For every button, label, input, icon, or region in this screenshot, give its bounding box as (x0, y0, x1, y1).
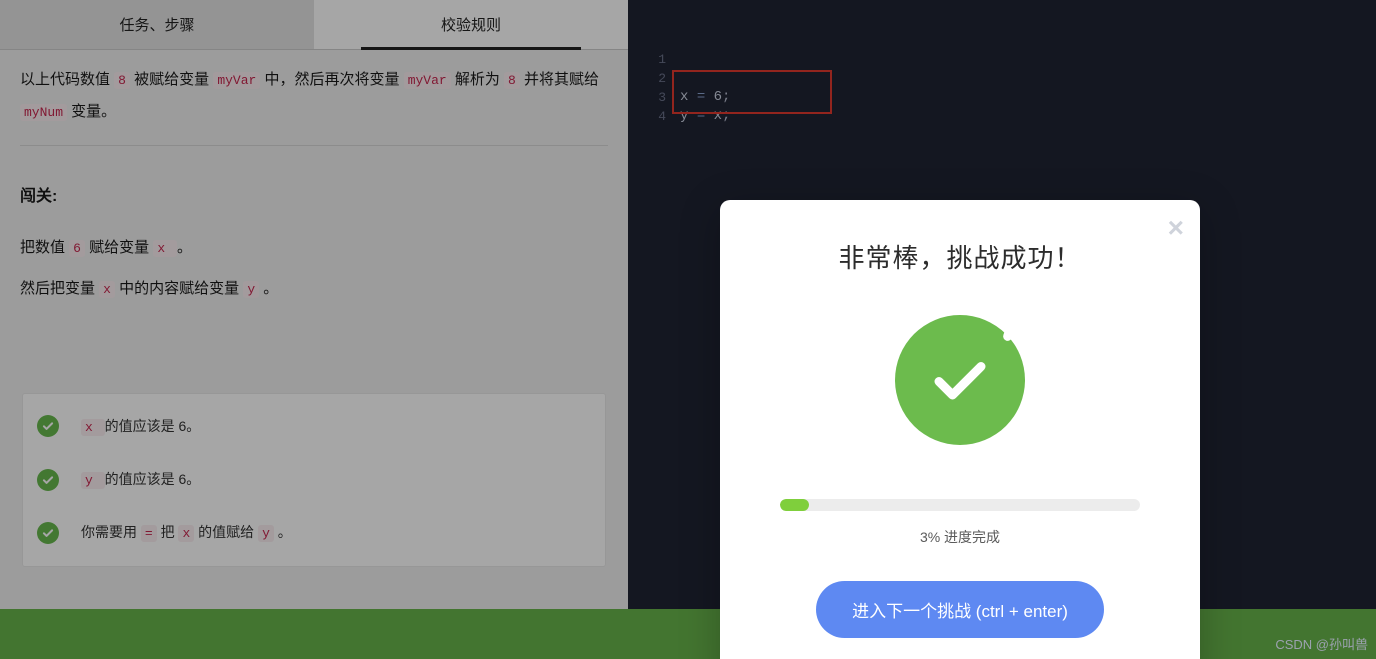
tab-task[interactable]: 任务、步骤 (0, 0, 314, 49)
code-literal: x (178, 525, 194, 542)
validation-item: x 的值应该是 6。 (37, 400, 591, 453)
content-area: 以上代码数值 8 被赋给变量 myVar 中，然后再次将变量 myVar 解析为… (0, 50, 628, 587)
progress-fill (780, 499, 809, 511)
code-literal: = (141, 525, 157, 542)
check-pass-icon (37, 522, 59, 544)
code-content[interactable]: x = 6; y = x; (680, 50, 1376, 126)
modal-title: 非常棒，挑战成功！ (760, 238, 1160, 275)
tab-rules[interactable]: 校验规则 (314, 0, 628, 49)
code-line[interactable]: y = x; (680, 107, 1376, 126)
line-number: 4 (628, 107, 666, 126)
close-icon[interactable]: × (1168, 214, 1184, 242)
code-literal: x (81, 419, 105, 436)
code-literal: myVar (213, 72, 260, 89)
code-literal: myNum (20, 104, 67, 121)
line-number: 1 (628, 50, 666, 69)
validation-item: y 的值应该是 6。 (37, 453, 591, 506)
check-pass-icon (37, 469, 59, 491)
code-literal: x (153, 240, 177, 257)
challenge-title: 闯关: (20, 180, 608, 214)
progress-label: 3% 进度完成 (780, 527, 1140, 547)
tabs: 任务、步骤 校验规则 (0, 0, 628, 50)
code-literal: myVar (404, 72, 451, 89)
code-literal: 8 (504, 72, 520, 89)
watermark: CSDN @孙叫兽 (1275, 634, 1368, 653)
instructions-pane: 任务、步骤 校验规则 以上代码数值 8 被赋给变量 myVar 中，然后再次将变… (0, 0, 628, 659)
challenge-line-1: 把数值 6 赋给变量 x 。 (20, 232, 608, 264)
code-line[interactable] (680, 50, 1376, 69)
divider (20, 145, 608, 146)
next-challenge-button[interactable]: 进入下一个挑战 (ctrl + enter) (816, 581, 1104, 638)
code-literal: x (99, 281, 115, 298)
code-line[interactable]: x = 6; (680, 88, 1376, 107)
code-literal: y (258, 525, 274, 542)
description-paragraph: 以上代码数值 8 被赋给变量 myVar 中，然后再次将变量 myVar 解析为… (20, 64, 608, 127)
code-literal: 6 (69, 240, 85, 257)
validation-list: x 的值应该是 6。 y 的值应该是 6。 你需要用 = 把 x 的值赋给 y … (22, 393, 606, 567)
code-literal: y (243, 281, 259, 298)
tab-task-label: 任务、步骤 (119, 17, 194, 34)
code-literal: y (81, 472, 105, 489)
tab-rules-label: 校验规则 (441, 17, 501, 34)
success-modal: × 非常棒，挑战成功！ 3% 进度完成 进入下一个挑战 (ctrl + ente… (720, 200, 1200, 659)
progress-section: 3% 进度完成 (780, 499, 1140, 547)
progress-bar (780, 499, 1140, 511)
line-gutter: 1 2 3 4 (628, 50, 674, 126)
validation-item: 你需要用 = 把 x 的值赋给 y 。 (37, 506, 591, 559)
success-check-icon (895, 315, 1025, 445)
challenge-line-2: 然后把变量 x 中的内容赋给变量 y 。 (20, 273, 608, 305)
line-number: 3 (628, 88, 666, 107)
code-line[interactable] (680, 69, 1376, 88)
line-number: 2 (628, 69, 666, 88)
check-pass-icon (37, 415, 59, 437)
code-literal: 8 (114, 72, 130, 89)
code-editor[interactable]: 1 2 3 4 x = 6; y = x; (628, 0, 1376, 126)
